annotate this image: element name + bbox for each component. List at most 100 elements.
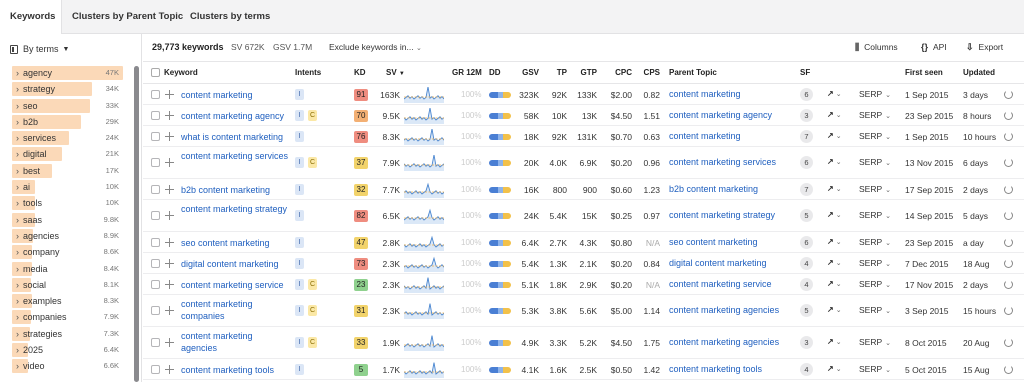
keyword-link[interactable]: content marketing strategy: [181, 203, 291, 215]
parent-topic-link[interactable]: content marketing agencies: [669, 305, 779, 315]
term-filter-agency[interactable]: agency 47K: [12, 65, 123, 81]
refresh-icon[interactable]: [1004, 158, 1013, 167]
refresh-icon[interactable]: [1004, 338, 1013, 347]
keyword-link[interactable]: b2b content marketing: [181, 184, 291, 196]
trend-chart-button[interactable]: ↗ ⌄: [827, 89, 847, 98]
serp-dropdown[interactable]: SERP ⌄: [859, 237, 891, 247]
term-filter-2025[interactable]: 2025 6.4K: [12, 342, 123, 358]
parent-topic-link[interactable]: digital content marketing: [669, 258, 767, 268]
row-checkbox[interactable]: [151, 211, 160, 220]
term-filter-seo[interactable]: seo 33K: [12, 98, 123, 114]
row-checkbox[interactable]: [151, 111, 160, 120]
add-to-list-icon[interactable]: [165, 111, 174, 120]
col-cps[interactable]: CPS: [640, 62, 660, 84]
trend-chart-button[interactable]: ↗ ⌄: [827, 110, 847, 119]
term-filter-best[interactable]: best 17K: [12, 163, 123, 179]
col-updated[interactable]: Updated: [963, 62, 995, 84]
term-filter-ai[interactable]: ai 10K: [12, 179, 123, 195]
refresh-icon[interactable]: [1004, 306, 1013, 315]
row-checkbox[interactable]: [151, 238, 160, 247]
row-checkbox[interactable]: [151, 338, 160, 347]
trend-chart-button[interactable]: ↗ ⌄: [827, 305, 847, 314]
refresh-icon[interactable]: [1004, 90, 1013, 99]
col-parent-topic[interactable]: Parent Topic: [669, 62, 717, 84]
by-terms-dropdown[interactable]: By terms ▼: [10, 42, 69, 56]
keyword-link[interactable]: digital content marketing: [181, 258, 291, 270]
serp-dropdown[interactable]: SERP ⌄: [859, 184, 891, 194]
col-sf[interactable]: SF: [800, 62, 810, 84]
col-keyword[interactable]: Keyword: [164, 62, 198, 84]
col-cpc[interactable]: CPC: [614, 62, 632, 84]
refresh-icon[interactable]: [1004, 238, 1013, 247]
term-filter-examples[interactable]: examples 8.3K: [12, 293, 123, 309]
col-tp[interactable]: TP: [553, 62, 567, 84]
trend-chart-button[interactable]: ↗ ⌄: [827, 364, 847, 373]
keyword-link[interactable]: content marketing services: [181, 150, 291, 162]
exclude-keywords-dropdown[interactable]: Exclude keywords in... ⌄: [329, 34, 422, 62]
add-to-list-icon[interactable]: [165, 259, 174, 268]
add-to-list-icon[interactable]: [165, 365, 174, 374]
trend-chart-button[interactable]: ↗ ⌄: [827, 237, 847, 246]
col-gsv[interactable]: GSV: [519, 62, 539, 84]
sidebar-scrollbar[interactable]: [134, 66, 139, 382]
row-checkbox[interactable]: [151, 158, 160, 167]
keyword-link[interactable]: seo content marketing: [181, 237, 291, 249]
refresh-icon[interactable]: [1004, 132, 1013, 141]
term-filter-services[interactable]: services 24K: [12, 130, 123, 146]
keyword-link[interactable]: content marketing agencies: [181, 330, 291, 354]
api-button[interactable]: {} API: [921, 34, 947, 61]
term-filter-saas[interactable]: saas 9.8K: [12, 212, 123, 228]
parent-topic-link[interactable]: seo content marketing: [669, 237, 758, 247]
serp-dropdown[interactable]: SERP ⌄: [859, 258, 891, 268]
serp-dropdown[interactable]: SERP ⌄: [859, 89, 891, 99]
add-to-list-icon[interactable]: [165, 211, 174, 220]
term-filter-strategies[interactable]: strategies 7.3K: [12, 326, 123, 342]
parent-topic-link[interactable]: b2b content marketing: [669, 184, 758, 194]
keyword-link[interactable]: content marketing agency: [181, 110, 291, 122]
term-filter-companies[interactable]: companies 7.9K: [12, 309, 123, 325]
col-first-seen[interactable]: First seen: [905, 62, 943, 84]
serp-dropdown[interactable]: SERP ⌄: [859, 131, 891, 141]
parent-topic-link[interactable]: content marketing service: [669, 279, 772, 289]
row-checkbox[interactable]: [151, 306, 160, 315]
refresh-icon[interactable]: [1004, 185, 1013, 194]
term-filter-strategy[interactable]: strategy 34K: [12, 81, 123, 97]
serp-dropdown[interactable]: SERP ⌄: [859, 337, 891, 347]
add-to-list-icon[interactable]: [165, 306, 174, 315]
parent-topic-link[interactable]: content marketing: [669, 89, 741, 99]
select-all-checkbox[interactable]: [151, 68, 160, 77]
col-sv[interactable]: SV ▼: [386, 62, 405, 85]
trend-chart-button[interactable]: ↗ ⌄: [827, 279, 847, 288]
keyword-link[interactable]: content marketing tools: [181, 364, 291, 376]
keyword-link[interactable]: what is content marketing: [181, 131, 291, 143]
keyword-link[interactable]: content marketing: [181, 89, 291, 101]
col-dd[interactable]: DD: [489, 62, 501, 84]
serp-dropdown[interactable]: SERP ⌄: [859, 210, 891, 220]
parent-topic-link[interactable]: content marketing tools: [669, 364, 762, 374]
trend-chart-button[interactable]: ↗ ⌄: [827, 131, 847, 140]
add-to-list-icon[interactable]: [165, 338, 174, 347]
serp-dropdown[interactable]: SERP ⌄: [859, 305, 891, 315]
refresh-icon[interactable]: [1004, 211, 1013, 220]
refresh-icon[interactable]: [1004, 111, 1013, 120]
serp-dropdown[interactable]: SERP ⌄: [859, 279, 891, 289]
term-filter-digital[interactable]: digital 21K: [12, 146, 123, 162]
trend-chart-button[interactable]: ↗ ⌄: [827, 157, 847, 166]
term-filter-social[interactable]: social 8.1K: [12, 277, 123, 293]
term-filter-video[interactable]: video 6.6K: [12, 358, 123, 374]
parent-topic-link[interactable]: content marketing agency: [669, 110, 772, 120]
parent-topic-link[interactable]: content marketing: [669, 131, 741, 141]
col-intents[interactable]: Intents: [295, 62, 321, 84]
serp-dropdown[interactable]: SERP ⌄: [859, 157, 891, 167]
col-kd[interactable]: KD: [354, 62, 366, 84]
term-filter-agencies[interactable]: agencies 8.9K: [12, 228, 123, 244]
trend-chart-button[interactable]: ↗ ⌄: [827, 337, 847, 346]
serp-dropdown[interactable]: SERP ⌄: [859, 364, 891, 374]
refresh-icon[interactable]: [1004, 365, 1013, 374]
row-checkbox[interactable]: [151, 185, 160, 194]
tab-clusters-by-terms[interactable]: Clusters by terms: [180, 0, 280, 34]
term-filter-company[interactable]: company 8.6K: [12, 244, 123, 260]
term-filter-b2b[interactable]: b2b 29K: [12, 114, 123, 130]
col-gtp[interactable]: GTP: [578, 62, 597, 84]
add-to-list-icon[interactable]: [165, 90, 174, 99]
